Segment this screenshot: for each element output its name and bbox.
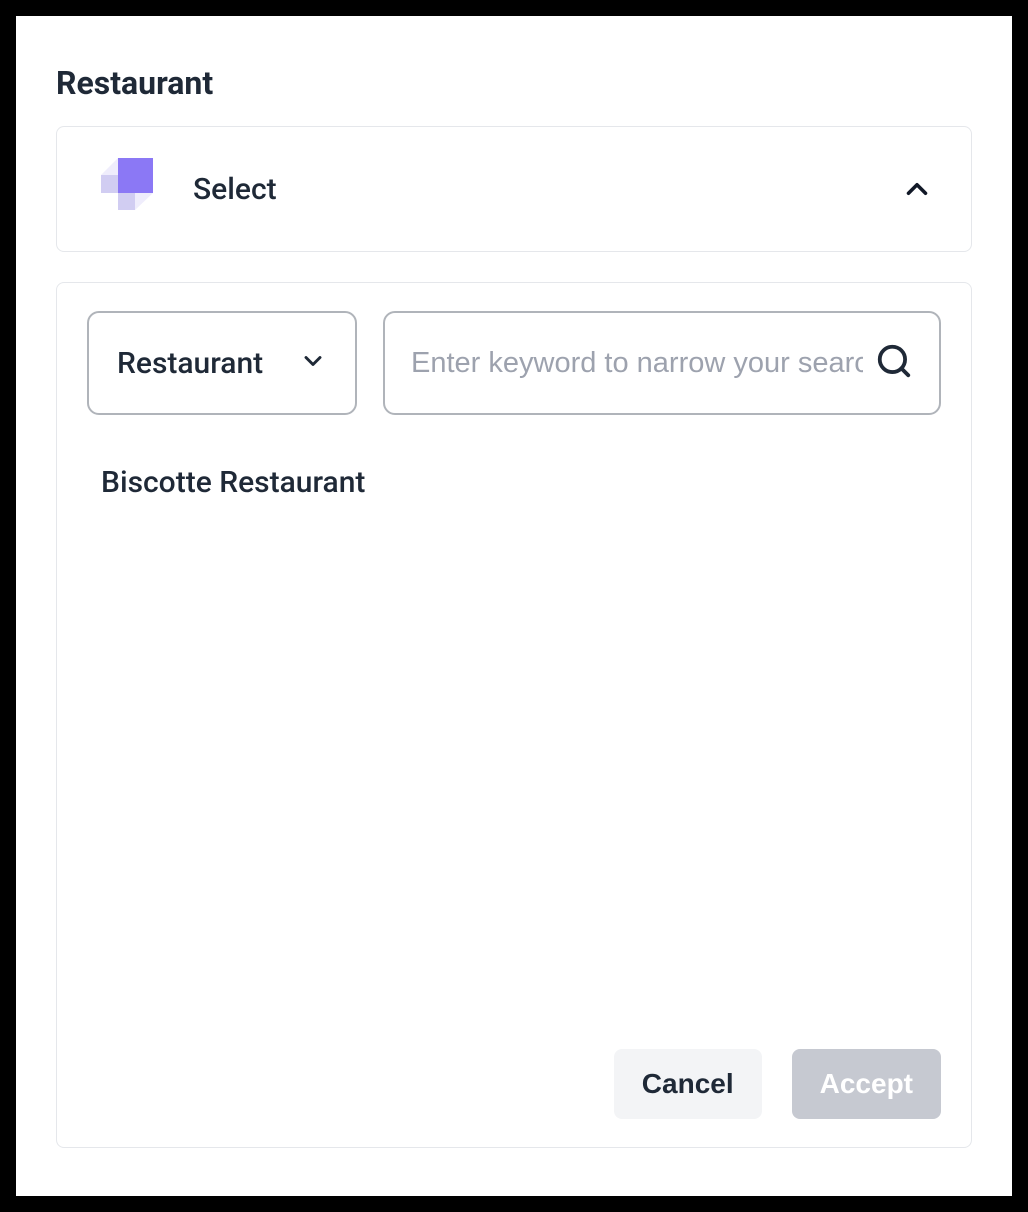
list-item[interactable]: Biscotte Restaurant [87, 457, 941, 508]
section-title: Restaurant [56, 64, 972, 102]
select-trigger[interactable]: Select [56, 126, 972, 252]
filter-type-label: Restaurant [117, 346, 263, 381]
strapi-logo-icon [93, 154, 163, 224]
chevron-down-icon [299, 347, 327, 379]
actions-row: Cancel Accept [87, 1049, 941, 1119]
filter-row: Restaurant [87, 311, 941, 415]
search-wrap [383, 311, 941, 415]
accept-button[interactable]: Accept [792, 1049, 941, 1119]
results-list: Biscotte Restaurant [87, 457, 941, 1019]
search-icon [875, 342, 913, 384]
chevron-up-icon [899, 171, 935, 207]
frame: Restaurant Select Restaurant [16, 16, 1012, 1196]
cancel-button[interactable]: Cancel [614, 1049, 762, 1119]
select-trigger-label: Select [193, 172, 869, 207]
filter-type-select[interactable]: Restaurant [87, 311, 357, 415]
search-input[interactable] [411, 347, 913, 380]
dropdown-panel: Restaurant Biscotte Restaurant [56, 282, 972, 1148]
